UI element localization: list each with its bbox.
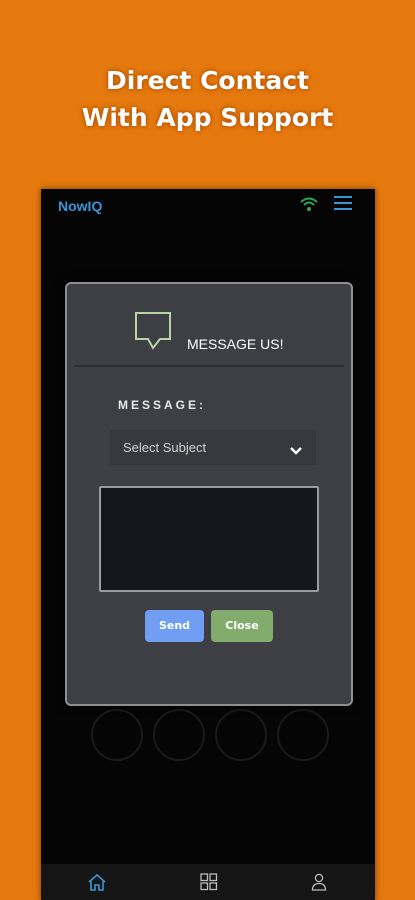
user-icon[interactable]	[311, 873, 327, 895]
promo-headline: Direct Contact With App Support	[0, 62, 415, 136]
background-circle	[277, 709, 329, 761]
bottom-nav	[41, 864, 375, 900]
wifi-icon	[299, 195, 319, 217]
dialog-divider	[74, 365, 344, 367]
home-icon[interactable]	[87, 873, 107, 896]
message-textarea[interactable]	[99, 486, 319, 592]
message-bubble-icon	[134, 311, 172, 355]
subject-select[interactable]: Select Subject	[110, 430, 316, 465]
subject-select-value: Select Subject	[123, 440, 207, 455]
message-dialog: MESSAGE US! MESSAGE: Select Subject Send…	[65, 282, 353, 706]
hamburger-menu-icon[interactable]	[334, 195, 352, 215]
chevron-down-icon	[289, 441, 303, 460]
promo-line-2: With App Support	[81, 103, 334, 132]
message-label: MESSAGE:	[118, 398, 207, 412]
background-circle	[153, 709, 205, 761]
send-button[interactable]: Send	[145, 610, 204, 642]
close-button[interactable]: Close	[211, 610, 273, 642]
grid-icon[interactable]	[200, 873, 218, 895]
app-header: NowIQ	[41, 189, 375, 221]
dialog-title: MESSAGE US!	[187, 336, 284, 352]
app-title: NowIQ	[58, 198, 103, 214]
background-circle	[215, 709, 267, 761]
promo-line-1: Direct Contact	[106, 66, 309, 95]
background-circle	[91, 709, 143, 761]
